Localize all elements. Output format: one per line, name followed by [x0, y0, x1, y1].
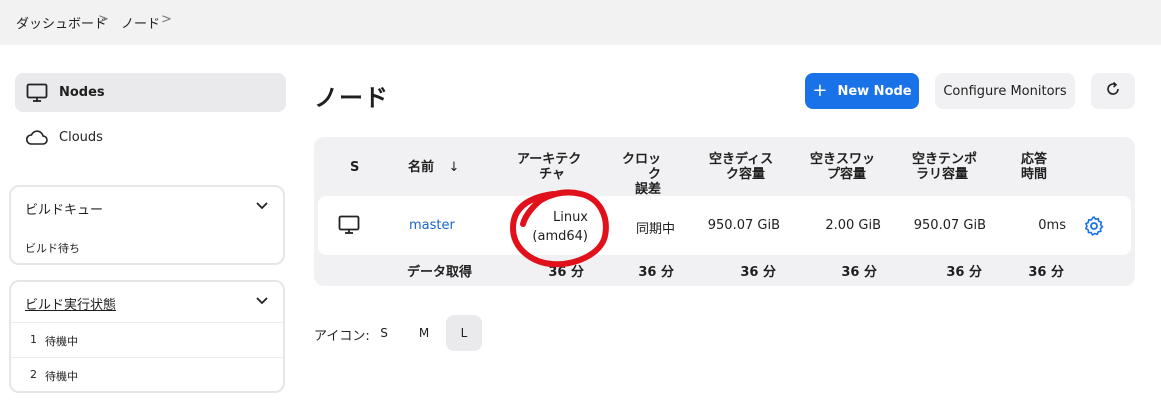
build-queue-empty: ビルド待ち — [11, 227, 283, 263]
build-queue-empty-text: ビルド待ち — [25, 242, 80, 255]
swap-cell: 2.00 GiB — [825, 218, 881, 233]
breadcrumb-separator-icon: > — [98, 12, 109, 27]
header-line: クロック — [621, 152, 661, 182]
build-queue-header[interactable]: ビルドキュー — [11, 187, 283, 227]
gear-icon[interactable] — [1083, 215, 1105, 241]
plus-icon: + — [812, 80, 828, 101]
footer-temp: 36 分 — [946, 265, 982, 280]
disk-cell: 950.07 GiB — [707, 218, 780, 233]
column-header-swap[interactable]: 空きスワッ プ容量 — [810, 152, 876, 182]
header-line: 誤差 — [634, 182, 661, 197]
breadcrumb-bar: ダッシュボード > ノード > — [0, 0, 1161, 45]
header-line: ラリ容量 — [915, 167, 968, 182]
column-header-disk[interactable]: 空きディス ク容量 — [709, 152, 774, 182]
response-cell: 0ms — [1038, 218, 1066, 233]
sort-arrow-icon: ↓ — [448, 160, 460, 175]
chevron-down-icon[interactable] — [255, 199, 269, 217]
icon-size-m[interactable]: M — [406, 315, 442, 351]
column-header-name-label: 名前 — [408, 160, 435, 175]
footer-clock: 36 分 — [638, 265, 674, 280]
sidebar-item-label: Clouds — [59, 130, 103, 145]
column-header-response[interactable]: 応答 時間 — [1021, 152, 1047, 182]
footer-resp: 36 分 — [1028, 265, 1064, 280]
icon-size-label: アイコン: — [314, 329, 370, 344]
cloud-icon — [25, 126, 49, 150]
column-header-architecture[interactable]: アーキテク チャ — [517, 152, 582, 182]
executor-status: 待機中 — [45, 335, 78, 348]
column-header-temp[interactable]: 空きテンポ ラリ容量 — [912, 152, 978, 182]
header-line: プ容量 — [826, 167, 866, 182]
sidebar-item-clouds[interactable]: Clouds — [15, 118, 286, 157]
build-queue-card: ビルドキュー ビルド待ち — [9, 185, 285, 265]
icon-size-l[interactable]: L — [446, 315, 482, 351]
executor-number: 2 — [30, 368, 37, 381]
executor-status: 待機中 — [45, 370, 78, 383]
chevron-down-icon[interactable] — [255, 294, 269, 312]
nodes-table: S 名前 ↓ アーキテク チャ クロック 誤差 空きディス ク容量 空きスワッ … — [314, 137, 1135, 286]
header-line: ク容量 — [725, 167, 765, 182]
annotation-circle — [509, 189, 609, 268]
footer-swap: 36 分 — [841, 265, 877, 280]
breadcrumb-chevron-icon[interactable]: > — [161, 12, 172, 27]
executors-header[interactable]: ビルド実行状態 — [11, 282, 283, 322]
sidebar-item-nodes[interactable]: Nodes — [15, 73, 286, 112]
header-line: 空きスワッ — [810, 152, 876, 167]
new-node-button[interactable]: + New Node — [805, 73, 919, 109]
icon-size-s[interactable]: S — [366, 315, 402, 351]
header-line: 空きディス — [709, 152, 774, 167]
executors-title[interactable]: ビルド実行状態 — [25, 294, 116, 313]
footer-label: データ取得 — [407, 265, 473, 280]
column-header-name[interactable]: 名前 ↓ — [408, 160, 459, 175]
configure-monitors-button[interactable]: Configure Monitors — [935, 73, 1075, 109]
refresh-icon — [1105, 81, 1121, 101]
header-line: 空きテンポ — [912, 152, 978, 167]
header-line: 時間 — [1021, 167, 1048, 182]
computer-icon — [338, 215, 360, 239]
node-link[interactable]: master — [409, 218, 455, 233]
sidebar-item-label: Nodes — [59, 85, 105, 100]
computer-icon — [25, 81, 49, 105]
breadcrumb-nodes[interactable]: ノード — [121, 13, 160, 32]
header-line: アーキテク — [517, 152, 582, 167]
footer-disk: 36 分 — [740, 265, 776, 280]
table-row: master Linux (amd64) 同期中 950.07 GiB 2.00… — [318, 196, 1131, 255]
header-line: 応答 — [1021, 152, 1048, 167]
clock-cell: 同期中 — [636, 222, 676, 237]
executor-row: 2 待機中 — [11, 357, 283, 392]
executor-number: 1 — [30, 333, 37, 346]
build-queue-title: ビルドキュー — [25, 203, 104, 218]
column-header-clock[interactable]: クロック 誤差 — [619, 152, 661, 197]
new-node-label: New Node — [837, 83, 912, 99]
page-title: ノード — [314, 84, 389, 112]
temp-cell: 950.07 GiB — [913, 218, 986, 233]
executors-card: ビルド実行状態 1 待機中 2 待機中 — [9, 280, 285, 393]
refresh-button[interactable] — [1091, 73, 1135, 109]
breadcrumb-dashboard[interactable]: ダッシュボード — [16, 13, 107, 32]
header-line: チャ — [539, 167, 565, 182]
executor-row: 1 待機中 — [11, 322, 283, 357]
column-header-status[interactable]: S — [350, 160, 359, 175]
